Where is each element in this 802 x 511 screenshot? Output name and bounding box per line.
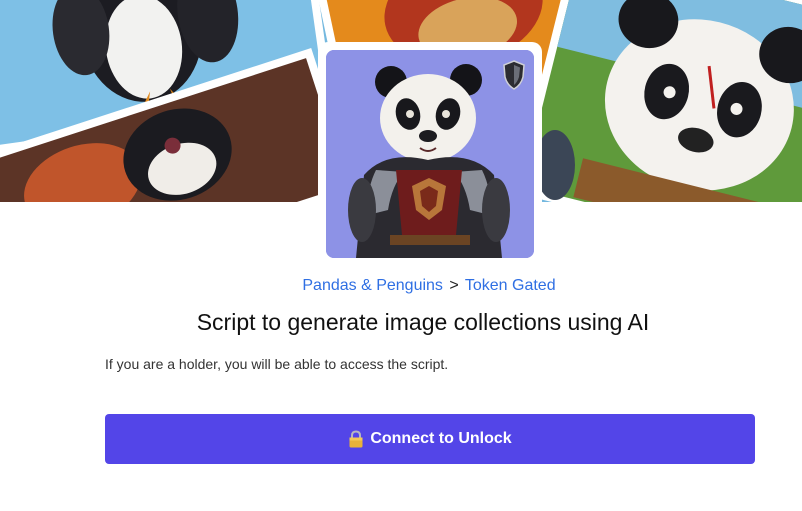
- page: Pandas & Penguins > Token Gated Script t…: [0, 0, 802, 511]
- breadcrumb-section-link[interactable]: Token Gated: [465, 277, 556, 294]
- breadcrumb-separator: >: [449, 277, 459, 294]
- shield-icon: [503, 60, 525, 90]
- breadcrumb-collection-link[interactable]: Pandas & Penguins: [302, 277, 443, 294]
- connect-to-unlock-label: Connect to Unlock: [370, 430, 512, 447]
- avatar-frame: [318, 42, 542, 266]
- page-title: Script to generate image collections usi…: [196, 309, 650, 335]
- armored-panda-image: [326, 50, 534, 258]
- page-description: If you are a holder, you will be able to…: [105, 356, 449, 372]
- connect-to-unlock-button[interactable]: Connect to Unlock: [105, 414, 755, 464]
- breadcrumb: Pandas & Penguins > Token Gated: [0, 277, 802, 295]
- lock-icon: [349, 430, 363, 448]
